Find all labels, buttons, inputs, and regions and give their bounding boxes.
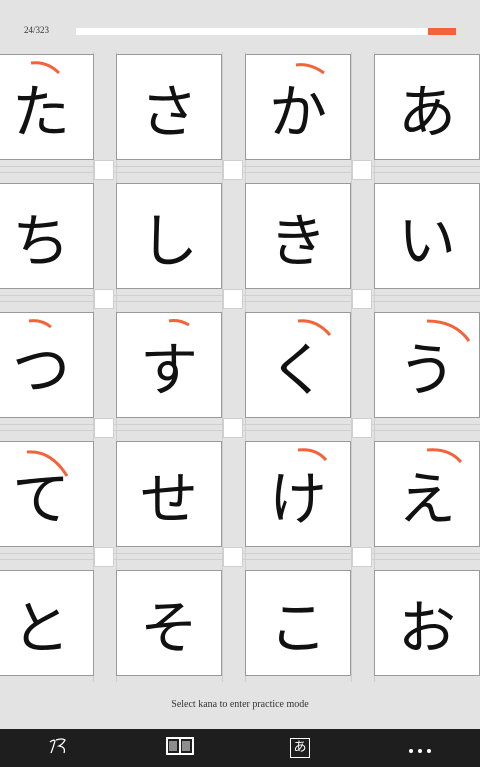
kana-tile[interactable]: ち [0, 183, 94, 289]
kana-tile[interactable]: つ [0, 312, 94, 418]
grid-connector [352, 547, 372, 567]
kana-a-icon: あ [290, 738, 310, 758]
grid-connector [223, 160, 243, 180]
kana-character: お [397, 594, 456, 662]
kana-tile[interactable]: と [0, 570, 94, 676]
kana-character: あ [397, 78, 456, 146]
kana-tile[interactable]: い [374, 183, 480, 289]
grid-connector [223, 289, 243, 309]
brush-stroke-icon [47, 736, 73, 760]
grid-connector [352, 160, 372, 180]
kana-tile[interactable]: お [374, 570, 480, 676]
kana-tile[interactable]: せ [116, 441, 222, 547]
kana-tile[interactable]: え [374, 441, 480, 547]
kana-tile[interactable]: そ [116, 570, 222, 676]
kana-character: た [11, 78, 70, 146]
kana-tile[interactable]: う [374, 312, 480, 418]
more-icon [408, 739, 432, 758]
grid-connector [94, 547, 114, 567]
kana-tile[interactable]: こ [245, 570, 351, 676]
kana-character: か [268, 78, 327, 146]
grid-connector [94, 418, 114, 438]
kana-tile[interactable]: て [0, 441, 94, 547]
kana-character: と [11, 594, 70, 662]
grid-connector [223, 547, 243, 567]
kana-character: つ [11, 336, 70, 404]
kana-tile[interactable]: さ [116, 54, 222, 160]
grid-connector [223, 418, 243, 438]
kana-character: け [268, 465, 327, 533]
kana-character: て [11, 465, 70, 533]
kana-tile[interactable]: す [116, 312, 222, 418]
kana-character: き [268, 207, 327, 275]
instruction-text: Select kana to enter practice mode [171, 699, 309, 710]
book-icon [165, 736, 195, 760]
kana-character: こ [268, 594, 327, 662]
kana-tile[interactable]: け [245, 441, 351, 547]
kana-character: さ [139, 78, 198, 146]
kana-tile[interactable]: あ [374, 54, 480, 160]
grid-connector [352, 418, 372, 438]
kana-tile[interactable]: か [245, 54, 351, 160]
kana-character: え [397, 465, 456, 533]
kana-tile[interactable]: し [116, 183, 222, 289]
kana-tile[interactable]: く [245, 312, 351, 418]
kana-character: そ [139, 594, 198, 662]
nav-more-button[interactable] [390, 729, 450, 767]
kana-character: く [268, 336, 327, 404]
kana-character: い [397, 207, 456, 275]
kana-character: う [397, 336, 456, 404]
grid-connector [352, 289, 372, 309]
kana-tile[interactable]: た [0, 54, 94, 160]
bottom-nav: あ [0, 729, 480, 767]
kana-character: し [139, 207, 198, 275]
kana-character: す [139, 336, 198, 404]
kana-grid: た さ か あち し き いつ す く うて せ け えと そ こ お [0, 0, 480, 690]
kana-tile[interactable]: き [245, 183, 351, 289]
kana-character: ち [11, 207, 70, 275]
grid-connector [94, 289, 114, 309]
kana-character: せ [139, 465, 198, 533]
nav-writing-button[interactable] [30, 729, 90, 767]
grid-connector [94, 160, 114, 180]
nav-reference-button[interactable] [150, 729, 210, 767]
nav-kana-button[interactable]: あ [270, 729, 330, 767]
